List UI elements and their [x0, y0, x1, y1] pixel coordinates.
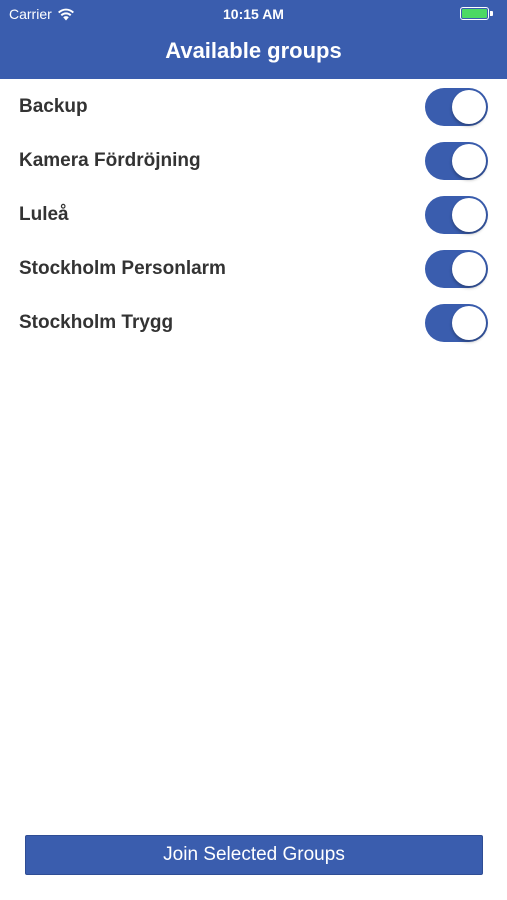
group-row-backup: Backup [0, 80, 507, 134]
toggle-knob [452, 90, 486, 124]
group-row-stockholm-personlarm: Stockholm Personlarm [0, 242, 507, 296]
header: Carrier 10:15 AM Available groups [0, 0, 507, 79]
group-list: Backup Kamera Fördröjning Luleå Stockhol… [0, 80, 507, 350]
toggle-knob [452, 252, 486, 286]
battery-full-icon [460, 7, 489, 20]
group-label: Stockholm Trygg [19, 312, 174, 333]
group-row-kamera-fordrojning: Kamera Fördröjning [0, 134, 507, 188]
screen: Carrier 10:15 AM Available groups Backup [0, 0, 507, 900]
status-time: 10:15 AM [223, 6, 284, 22]
toggle-knob [452, 144, 486, 178]
group-label: Backup [19, 96, 88, 117]
group-toggle-stockholm-personlarm[interactable] [425, 250, 488, 288]
group-toggle-lulea[interactable] [425, 196, 488, 234]
group-row-stockholm-trygg: Stockholm Trygg [0, 296, 507, 350]
group-row-lulea: Luleå [0, 188, 507, 242]
status-bar: Carrier 10:15 AM [0, 0, 507, 28]
group-toggle-stockholm-trygg[interactable] [425, 304, 488, 342]
toggle-knob [452, 198, 486, 232]
group-toggle-backup[interactable] [425, 88, 488, 126]
group-label: Kamera Fördröjning [19, 150, 201, 171]
battery-level [462, 9, 487, 18]
group-label: Luleå [19, 204, 69, 225]
group-label: Stockholm Personlarm [19, 258, 226, 279]
page-title: Available groups [165, 38, 342, 63]
join-selected-groups-button[interactable]: Join Selected Groups [25, 835, 483, 875]
toggle-knob [452, 306, 486, 340]
group-toggle-kamera-fordrojning[interactable] [425, 142, 488, 180]
battery-cap [490, 11, 493, 16]
